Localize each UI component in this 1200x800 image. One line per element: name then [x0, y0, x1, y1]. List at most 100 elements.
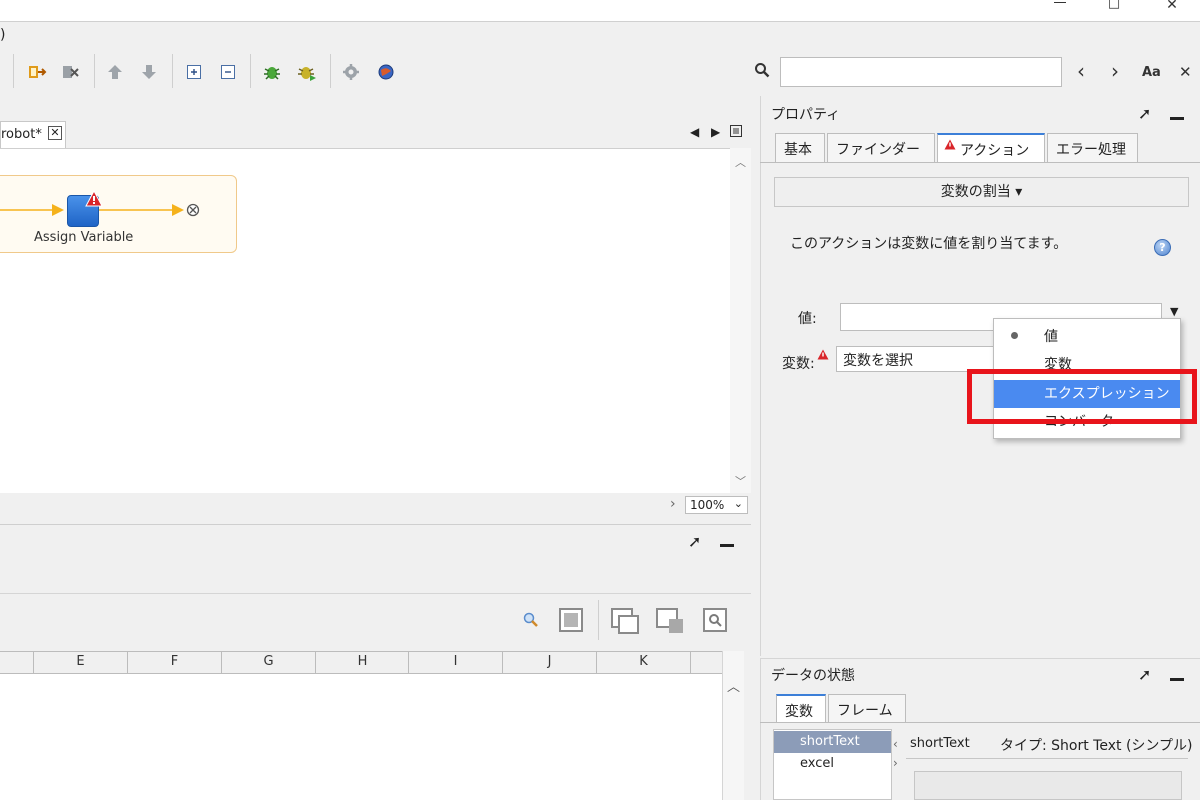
- scroll-right-icon[interactable]: ›: [670, 496, 676, 512]
- properties-title: プロパティ: [771, 107, 841, 123]
- tab-label: ファインダー: [836, 142, 920, 158]
- scroll-down-icon[interactable]: ﹀: [735, 473, 746, 489]
- search-next-button[interactable]: ›: [1111, 59, 1119, 83]
- list-item[interactable]: excel: [774, 753, 891, 775]
- highlight-box: [967, 369, 1197, 424]
- zoom-frame-icon[interactable]: [702, 607, 728, 637]
- maximize-pane-icon[interactable]: ➚: [1138, 104, 1151, 123]
- list-item[interactable]: shortText: [774, 731, 891, 753]
- clear-icon[interactable]: [58, 59, 84, 85]
- tab-close-icon[interactable]: ✕: [48, 126, 62, 140]
- paste-frame-icon[interactable]: [655, 607, 685, 639]
- minimize-pane-icon[interactable]: [720, 544, 734, 547]
- divider: [906, 758, 1188, 759]
- assign-variable-dropdown-button[interactable]: 変数の割当 ▾: [774, 177, 1189, 207]
- variable-value-box[interactable]: [914, 771, 1182, 800]
- close-window-button[interactable]: ✕: [1160, 0, 1184, 12]
- tab-frames[interactable]: フレーム: [828, 694, 906, 723]
- node-label: Assign Variable: [34, 230, 134, 245]
- search-prev-button[interactable]: ‹: [1077, 59, 1085, 83]
- copy-frame-icon[interactable]: [610, 607, 640, 639]
- grid-column-header[interactable]: F: [127, 651, 221, 674]
- value-type-dropdown-icon[interactable]: ▼: [1170, 305, 1178, 318]
- toolbar-separator: [94, 54, 95, 88]
- debug-icon[interactable]: [259, 59, 285, 85]
- tab-label: 変数: [785, 704, 813, 720]
- maximize-pane-icon[interactable]: ➚: [688, 532, 701, 551]
- minimize-pane-icon[interactable]: [1170, 117, 1184, 120]
- toolbar-separator: [172, 54, 173, 88]
- tab-variables[interactable]: 変数: [776, 694, 826, 723]
- tab-basic[interactable]: 基本: [775, 133, 825, 163]
- scroll-tabs-left-icon[interactable]: ◀: [690, 125, 699, 139]
- minimize-pane-icon[interactable]: [1170, 678, 1184, 681]
- step-into-icon[interactable]: [24, 59, 50, 85]
- debug-run-icon[interactable]: [294, 59, 320, 85]
- editor-tab-bar: [0, 120, 751, 148]
- variable-label: 変数:: [782, 356, 815, 372]
- search-input[interactable]: [780, 57, 1062, 87]
- zoom-value: 100%: [690, 498, 725, 512]
- warning-icon: [817, 349, 829, 360]
- tab-label: 基本: [784, 142, 812, 158]
- grid-column-header[interactable]: G: [221, 651, 315, 674]
- search-preview-icon[interactable]: [522, 611, 540, 633]
- end-node-icon[interactable]: [186, 203, 200, 217]
- chevron-down-icon: ⌄: [733, 497, 743, 510]
- grid-body[interactable]: [0, 674, 722, 800]
- zoom-select[interactable]: 100% ⌄: [685, 496, 748, 514]
- tab-error-handling[interactable]: エラー処理: [1047, 133, 1138, 163]
- help-icon[interactable]: ?: [1154, 239, 1171, 256]
- browser-icon[interactable]: [373, 59, 399, 85]
- move-up-icon[interactable]: [102, 59, 128, 85]
- scroll-up-icon[interactable]: ︿: [735, 154, 746, 170]
- expand-right-icon[interactable]: ›: [893, 756, 898, 770]
- grid-column-header[interactable]: H: [315, 651, 409, 674]
- grid-column-divider: [690, 651, 722, 674]
- grid-column-header[interactable]: I: [408, 651, 502, 674]
- variable-detail-type: タイプ: Short Text (シンプル): [1000, 738, 1193, 754]
- maximize-pane-icon[interactable]: ➚: [1138, 665, 1151, 684]
- grid-column-header[interactable]: J: [502, 651, 596, 674]
- toolbar-separator: [250, 54, 251, 88]
- title-bar: □ ✕: [0, 0, 1200, 22]
- menu-item-value[interactable]: 値: [994, 323, 1180, 351]
- menu-fragment: ): [0, 27, 6, 43]
- minimize-button[interactable]: [1048, 0, 1072, 12]
- collapse-icon[interactable]: [215, 59, 241, 85]
- match-case-button[interactable]: Aa: [1142, 65, 1161, 80]
- data-state-title: データの状態: [771, 668, 855, 684]
- toolbar-separator: [13, 54, 14, 88]
- search-icon: [754, 62, 770, 82]
- tab-list-icon[interactable]: [730, 125, 742, 141]
- divider: [760, 722, 1200, 723]
- grid-column-header[interactable]: K: [596, 651, 690, 674]
- tab-label: フレーム: [837, 703, 893, 719]
- action-description: このアクションは変数に値を割り当てます。: [790, 236, 1068, 252]
- variable-detail-name: shortText: [910, 736, 970, 751]
- document-icon[interactable]: [558, 607, 584, 637]
- tab-label: エラー処理: [1056, 142, 1126, 158]
- toolbar-separator: [598, 600, 599, 640]
- divider: [760, 162, 1200, 163]
- scroll-up-icon[interactable]: ︿: [727, 676, 740, 695]
- editor-tab-label: robot*: [1, 127, 42, 142]
- tab-action[interactable]: アクション: [937, 133, 1045, 163]
- tab-label: アクション: [960, 143, 1030, 159]
- expand-icon[interactable]: [181, 59, 207, 85]
- warning-icon: [944, 139, 956, 150]
- canvas-vertical-scrollbar[interactable]: ︿ ﹀: [730, 148, 751, 493]
- grid-vertical-scrollbar[interactable]: ︿: [722, 651, 744, 800]
- settings-icon[interactable]: [338, 59, 364, 85]
- value-label: 値:: [798, 311, 817, 327]
- collapse-left-icon[interactable]: ‹: [893, 737, 898, 751]
- move-down-icon[interactable]: [136, 59, 162, 85]
- divider: [0, 593, 751, 594]
- tab-finder[interactable]: ファインダー: [827, 133, 935, 163]
- search-close-button[interactable]: ✕: [1179, 63, 1192, 81]
- warning-icon: [85, 190, 103, 207]
- maximize-button[interactable]: □: [1102, 0, 1126, 12]
- scroll-tabs-right-icon[interactable]: ▶: [711, 125, 720, 139]
- toolbar-separator: [330, 54, 331, 88]
- grid-column-header[interactable]: E: [33, 651, 127, 674]
